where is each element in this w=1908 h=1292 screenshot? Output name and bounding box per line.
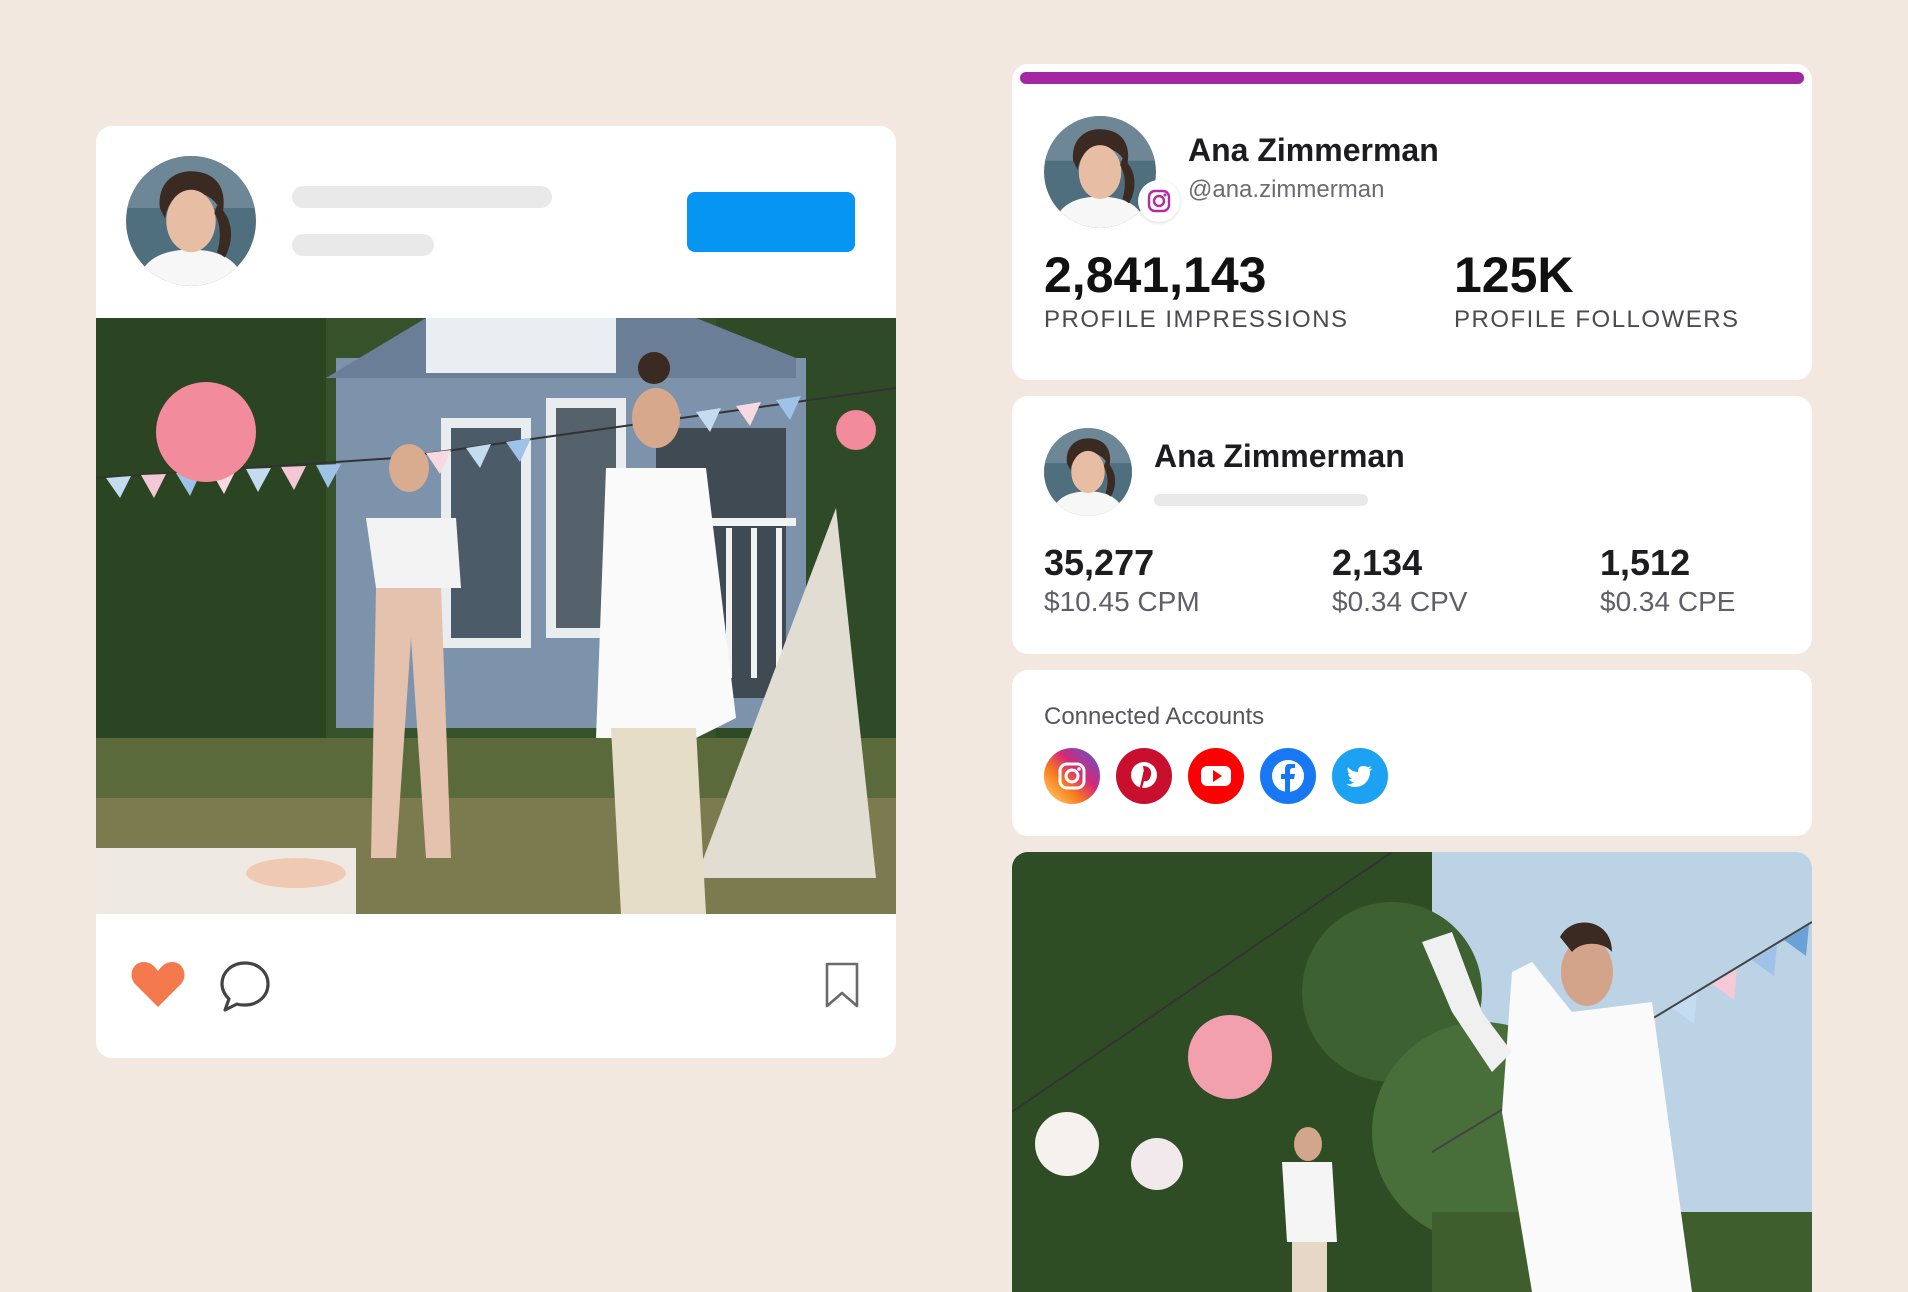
comment-icon[interactable] (218, 959, 272, 1013)
follow-button[interactable] (687, 192, 855, 252)
instagram-icon[interactable] (1044, 748, 1100, 804)
pinterest-icon[interactable] (1116, 748, 1172, 804)
metric-value: 2,134 (1332, 542, 1423, 583)
youtube-icon[interactable] (1188, 748, 1244, 804)
username-placeholder (292, 186, 552, 208)
metric-value: 1,512 (1600, 542, 1691, 583)
post-photo (96, 318, 896, 914)
metrics-name: Ana Zimmerman (1154, 438, 1405, 474)
metric-cost: $0.34 CPV (1332, 586, 1468, 617)
subtitle-placeholder (292, 234, 434, 256)
heart-icon[interactable] (130, 959, 186, 1009)
facebook-icon[interactable] (1260, 748, 1316, 804)
social-post-card (96, 126, 896, 1058)
connected-accounts-card: Connected Accounts (1012, 670, 1812, 836)
campaign-metrics-card: Ana Zimmerman 35,277 $10.45 CPM 2,134 $0… (1012, 396, 1812, 654)
followers-label: PROFILE FOLLOWERS (1454, 306, 1740, 333)
profile-handle: @ana.zimmerman (1188, 176, 1385, 203)
metric-cost: $10.45 CPM (1044, 586, 1200, 617)
followers-value: 125K (1454, 247, 1574, 303)
impressions-value: 2,841,143 (1044, 247, 1267, 303)
subtitle-placeholder (1154, 494, 1368, 506)
connected-accounts-label: Connected Accounts (1044, 703, 1265, 730)
progress-fill (1020, 72, 1804, 84)
progress-bar (1020, 72, 1804, 84)
avatar[interactable] (126, 156, 256, 286)
profile-stats-card: Ana Zimmerman @ana.zimmerman 2,841,143 P… (1012, 64, 1812, 380)
impressions-label: PROFILE IMPRESSIONS (1044, 306, 1349, 333)
preview-photo (1012, 852, 1812, 1292)
bookmark-icon[interactable] (824, 961, 860, 1009)
metric-value: 35,277 (1044, 542, 1155, 583)
instagram-badge-icon (1138, 180, 1180, 222)
avatar[interactable] (1044, 428, 1132, 516)
metric-cost: $0.34 CPE (1600, 586, 1736, 617)
twitter-icon[interactable] (1332, 748, 1388, 804)
profile-name: Ana Zimmerman (1188, 132, 1439, 168)
